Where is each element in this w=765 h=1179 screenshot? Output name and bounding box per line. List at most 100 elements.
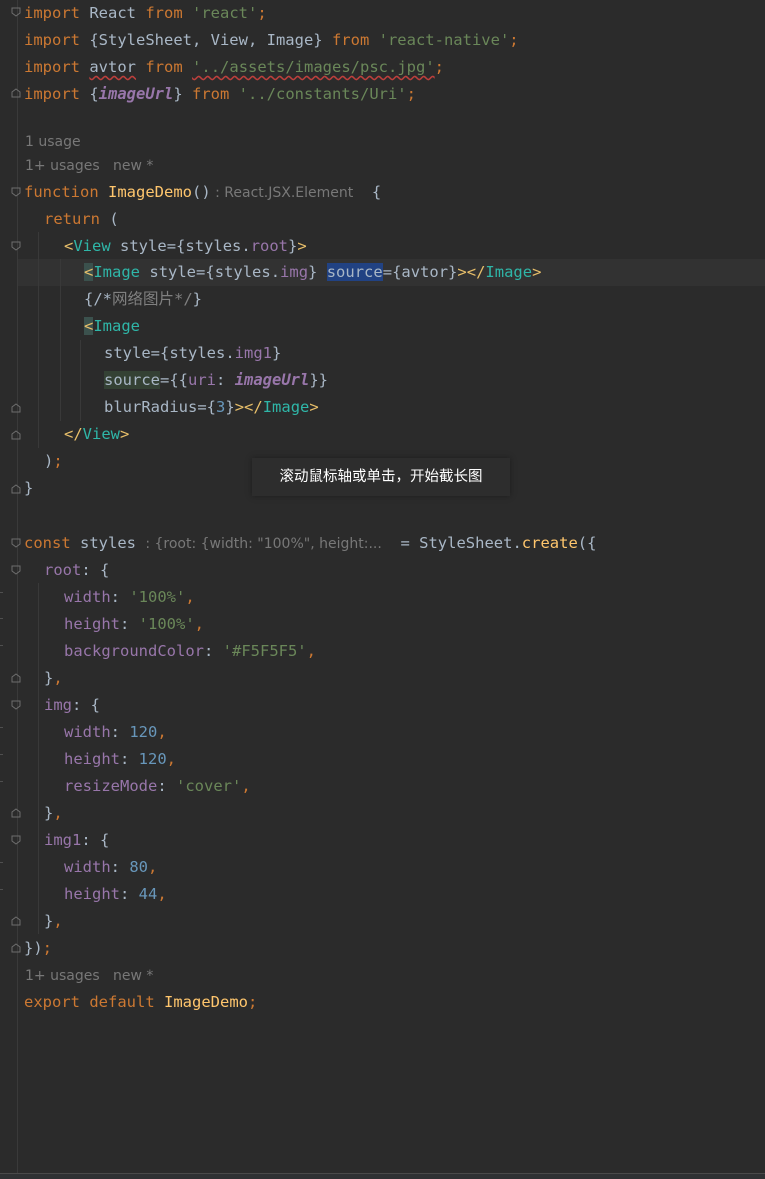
code-line[interactable]: backgroundColor: '#F5F5F5', bbox=[64, 638, 316, 665]
fold-end-icon[interactable] bbox=[11, 943, 21, 953]
keyword: from bbox=[192, 85, 230, 103]
property: img1 bbox=[234, 344, 272, 362]
fold-end-icon[interactable] bbox=[11, 808, 21, 818]
gutter-mark bbox=[0, 618, 3, 619]
keyword: import bbox=[24, 85, 80, 103]
jsx-tag: Image bbox=[93, 317, 141, 335]
code-line[interactable]: height: 44, bbox=[64, 881, 167, 908]
code-line[interactable]: export default ImageDemo; bbox=[24, 989, 257, 1016]
fold-end-icon[interactable] bbox=[11, 484, 21, 494]
code-line[interactable]: import avtor from '../assets/images/psc.… bbox=[24, 54, 444, 81]
usage-hint[interactable]: 1 usage bbox=[25, 130, 81, 154]
code-line[interactable]: } bbox=[24, 475, 33, 502]
code-line[interactable]: <View style={styles.root}> bbox=[64, 233, 307, 260]
code-line[interactable]: img1: { bbox=[44, 827, 109, 854]
code-text: } bbox=[225, 398, 235, 416]
code-line[interactable]: img: { bbox=[44, 692, 100, 719]
type-hint: : {root: {width: "100%", height:... bbox=[145, 536, 382, 552]
gutter-mark bbox=[0, 889, 3, 890]
keyword: import bbox=[24, 58, 80, 76]
property: img bbox=[44, 696, 72, 714]
code-line[interactable]: source={{uri: imageUrl}} bbox=[104, 367, 328, 394]
code-line[interactable]: import React from 'react'; bbox=[24, 0, 267, 27]
code-text: : bbox=[120, 885, 139, 903]
code-line[interactable]: const styles : {root: {width: "100%", he… bbox=[24, 530, 596, 557]
code-line[interactable]: height: '100%', bbox=[64, 611, 204, 638]
jsx-bracket: ></ bbox=[234, 398, 263, 416]
code-line[interactable]: }, bbox=[44, 665, 63, 692]
fold-end-icon[interactable] bbox=[11, 88, 21, 98]
code-line[interactable]: <Image style={styles.img} source={avtor}… bbox=[84, 259, 541, 286]
code-line[interactable]: ); bbox=[44, 448, 63, 475]
fold-end-icon[interactable] bbox=[11, 673, 21, 683]
code-text: : bbox=[203, 642, 223, 660]
number-literal: 120 bbox=[138, 750, 167, 768]
fold-start-icon[interactable] bbox=[11, 538, 21, 548]
code-line[interactable]: width: 120, bbox=[64, 719, 167, 746]
usage-hint[interactable]: 1+ usages new * bbox=[25, 154, 153, 178]
code-line[interactable]: root: { bbox=[44, 557, 109, 584]
fold-start-icon[interactable] bbox=[11, 565, 21, 575]
property: width bbox=[64, 723, 111, 741]
fold-end-icon[interactable] bbox=[11, 430, 21, 440]
punctuation: , bbox=[157, 885, 167, 903]
fold-start-icon[interactable] bbox=[11, 835, 21, 845]
number-literal: 120 bbox=[129, 723, 158, 741]
punctuation: ; bbox=[509, 31, 519, 49]
fold-start-icon[interactable] bbox=[11, 241, 21, 251]
code-editor[interactable]: import React from 'react'; import {Style… bbox=[0, 0, 765, 1179]
code-text: } bbox=[44, 669, 54, 687]
code-line[interactable]: style={styles.img1} bbox=[104, 340, 281, 367]
fold-end-icon[interactable] bbox=[11, 403, 21, 413]
code-text: styles bbox=[70, 534, 146, 552]
punctuation: , bbox=[53, 804, 63, 822]
code-line[interactable]: </View> bbox=[64, 421, 129, 448]
usage-hint[interactable]: 1+ usages new * bbox=[25, 964, 153, 988]
keyword: from bbox=[145, 58, 183, 76]
code-line[interactable]: function ImageDemo() : React.JSX.Element… bbox=[24, 179, 381, 206]
code-line[interactable]: import {imageUrl} from '../constants/Uri… bbox=[24, 81, 416, 108]
code-line[interactable]: import {StyleSheet, View, Image} from 'r… bbox=[24, 27, 519, 54]
jsx-attribute: source bbox=[104, 371, 160, 389]
code-line[interactable]: <Image bbox=[84, 313, 140, 340]
fold-start-icon[interactable] bbox=[11, 700, 21, 710]
screenshot-tooltip[interactable]: 滚动鼠标轴或单击，开始截长图 bbox=[252, 458, 510, 496]
gutter-mark bbox=[0, 645, 3, 646]
code-line[interactable]: resizeMode: 'cover', bbox=[64, 773, 251, 800]
code-line[interactable]: }); bbox=[24, 935, 52, 962]
jsx-bracket: < bbox=[84, 263, 94, 281]
indent-guide bbox=[60, 259, 61, 421]
string-literal: '../assets/images/psc.jpg' bbox=[192, 58, 435, 76]
code-line[interactable]: width: '100%', bbox=[64, 584, 195, 611]
code-line[interactable]: }, bbox=[44, 908, 63, 935]
bottom-border bbox=[0, 1173, 765, 1179]
code-line[interactable]: {/*网络图片*/} bbox=[84, 286, 202, 313]
code-line[interactable]: return ( bbox=[44, 206, 119, 233]
punctuation: ; bbox=[434, 58, 445, 76]
jsx-tag: Image bbox=[485, 263, 533, 281]
punctuation: ; bbox=[248, 993, 258, 1011]
identifier: avtor bbox=[89, 58, 137, 76]
string-literal: 'cover' bbox=[176, 777, 242, 795]
code-line[interactable]: width: 80, bbox=[64, 854, 157, 881]
fold-start-icon[interactable] bbox=[11, 7, 21, 17]
code-line[interactable]: blurRadius={3}></Image> bbox=[104, 394, 319, 421]
property: height bbox=[64, 615, 120, 633]
code-line[interactable]: }, bbox=[44, 800, 63, 827]
code-line[interactable]: height: 120, bbox=[64, 746, 176, 773]
code-text: } bbox=[173, 85, 192, 103]
code-text: ( bbox=[100, 210, 119, 228]
fold-start-icon[interactable] bbox=[11, 187, 21, 197]
number-literal: 44 bbox=[138, 885, 158, 903]
punctuation: , bbox=[166, 750, 177, 768]
jsx-tag: Image bbox=[262, 398, 310, 416]
fold-end-icon[interactable] bbox=[11, 916, 21, 926]
selected-attribute[interactable]: source bbox=[326, 263, 383, 281]
function-name: create bbox=[521, 534, 578, 552]
property: height bbox=[64, 750, 120, 768]
